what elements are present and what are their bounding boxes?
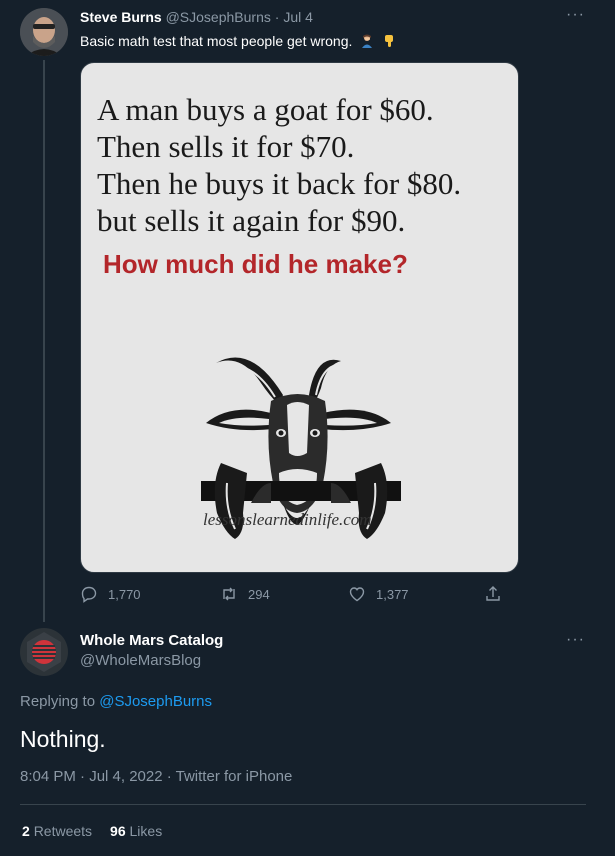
puzzle-question: How much did he make?	[103, 249, 408, 279]
puzzle-line: Then he buys it back for $80.	[97, 166, 462, 201]
like-count: 1,377	[376, 586, 409, 602]
reply-author-handle[interactable]: @WholeMarsBlog	[80, 652, 201, 669]
avatar-photo	[20, 8, 68, 56]
puzzle-text: A man buys a goat for $60. Then sells it…	[97, 91, 517, 239]
reply-stats: 2 Retweets 96 Likes	[22, 823, 162, 839]
reply-icon	[81, 586, 97, 603]
puzzle-line: but sells it again for $90.	[97, 203, 406, 238]
likes-label: Likes	[129, 823, 163, 839]
retweets-count: 2	[22, 823, 30, 839]
tweet-image[interactable]: A man buys a goat for $60. Then sells it…	[80, 62, 519, 573]
retweets-stat[interactable]: 2 Retweets	[22, 823, 92, 839]
retweet-icon	[223, 587, 235, 601]
tweet-date[interactable]: Jul 4	[283, 9, 313, 25]
more-options-icon[interactable]: ···	[566, 7, 585, 23]
tweet-header: Steve Burns @SJosephBurns · Jul 4	[80, 8, 313, 26]
tweet-text: Basic math test that most people get wro…	[80, 33, 353, 49]
person-facepalming-emoji	[362, 34, 373, 48]
likes-count: 96	[110, 823, 126, 839]
share-button[interactable]	[484, 585, 512, 603]
replying-prefix: Replying to	[20, 693, 100, 710]
reply-timestamp[interactable]: 8:04 PM · Jul 4, 2022 · Twitter for iPho…	[20, 768, 292, 785]
retweets-label: Retweets	[33, 823, 93, 839]
replying-to: Replying to @SJosephBurns	[20, 693, 212, 710]
reply-more-options-icon[interactable]: ···	[566, 632, 585, 648]
replying-to-link[interactable]: @SJosephBurns	[99, 693, 212, 710]
likes-stat[interactable]: 96 Likes	[110, 823, 162, 839]
image-watermark: lessonslearnedinlife.com	[203, 510, 372, 529]
author-name[interactable]: Steve Burns	[80, 9, 162, 25]
like-button[interactable]: 1,377	[348, 585, 409, 603]
meta-separator: ·	[270, 9, 284, 25]
author-avatar[interactable]	[20, 8, 68, 56]
reply-author-name[interactable]: Whole Mars Catalog	[80, 632, 223, 649]
reply-count: 1,770	[108, 586, 141, 602]
whole-mars-logo-icon	[27, 632, 61, 672]
reply-text: Nothing.	[20, 726, 106, 752]
heart-icon	[349, 587, 365, 602]
tweet-text-row: Basic math test that most people get wro…	[80, 32, 396, 50]
puzzle-line: A man buys a goat for $60.	[97, 92, 434, 127]
author-handle[interactable]: @SJosephBurns	[166, 9, 271, 25]
backhand-index-pointing-down-emoji	[385, 35, 394, 47]
divider	[20, 804, 586, 805]
retweet-button[interactable]: 294	[220, 585, 270, 603]
thread-line	[43, 60, 45, 622]
tweet-actions: 1,770 294 1,377	[80, 585, 520, 607]
reply-author-avatar[interactable]	[20, 628, 68, 676]
retweet-count: 294	[248, 586, 270, 602]
share-icon	[486, 586, 500, 601]
puzzle-line: Then sells it for $70.	[97, 129, 355, 164]
reply-button[interactable]: 1,770	[80, 585, 141, 603]
